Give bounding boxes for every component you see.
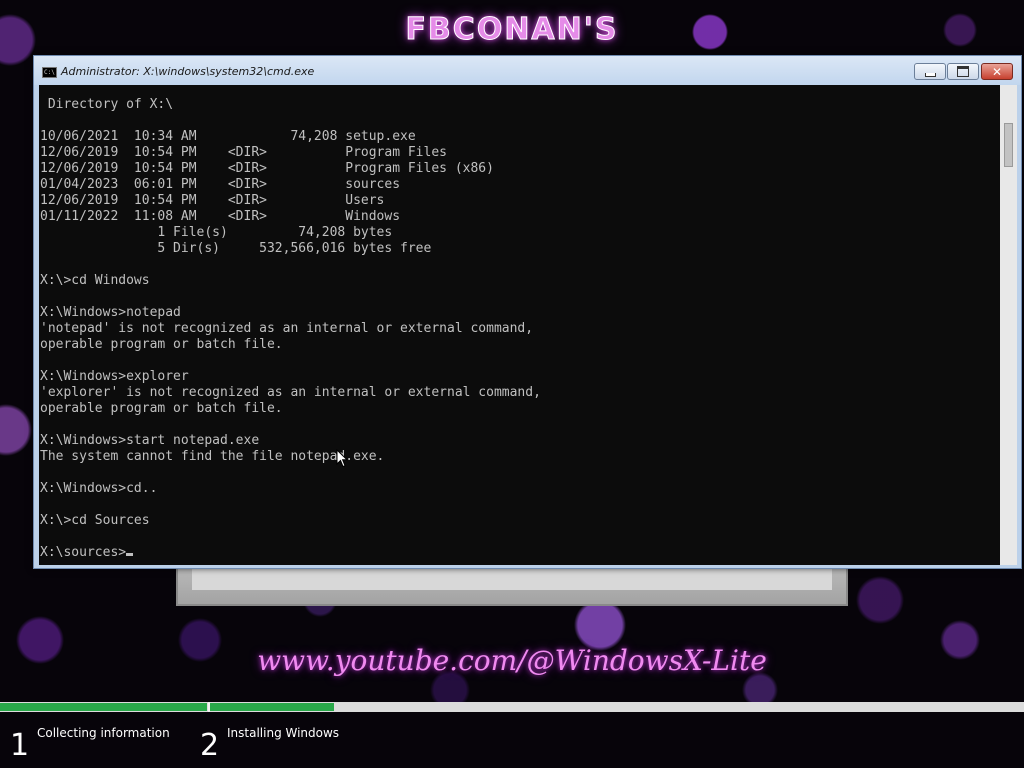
command-prompt[interactable]: X:\sources> [40, 545, 126, 560]
console-output[interactable]: Directory of X:\ 10/06/2021 10:34 AM 74,… [39, 85, 1000, 565]
youtube-banner: www.youtube.com/@WindowsX-Lite [257, 644, 767, 677]
setup-panel [176, 566, 848, 606]
cmd-icon[interactable]: C:\ [42, 67, 57, 78]
title-bar[interactable]: C:\ Administrator: X:\windows\system32\c… [34, 56, 1021, 85]
close-button[interactable]: ✕ [981, 63, 1013, 80]
setup-progress-bar [0, 702, 1024, 712]
maximize-button[interactable] [947, 63, 979, 80]
vertical-scrollbar[interactable] [1000, 85, 1017, 565]
window-title: Administrator: X:\windows\system32\cmd.e… [61, 65, 315, 78]
setup-panel-inner [192, 568, 832, 590]
step-label: Installing Windows [227, 726, 340, 740]
progress-segment-installing [210, 703, 334, 711]
text-cursor [126, 553, 134, 556]
step-number: 1 [10, 728, 30, 763]
step-label: Collecting information [37, 726, 170, 740]
brand-title: FBCONAN'S [405, 12, 619, 48]
minimize-button[interactable] [914, 63, 946, 80]
close-icon: ✕ [991, 64, 1003, 79]
progress-segment-collecting [0, 703, 207, 711]
maximize-icon [957, 66, 969, 77]
minimize-icon [924, 72, 936, 77]
step-number: 2 [200, 728, 220, 763]
cmd-window: C:\ Administrator: X:\windows\system32\c… [33, 55, 1022, 569]
console-text[interactable]: Directory of X:\ 10/06/2021 10:34 AM 74,… [39, 85, 1000, 561]
scroll-thumb[interactable] [1004, 123, 1013, 167]
